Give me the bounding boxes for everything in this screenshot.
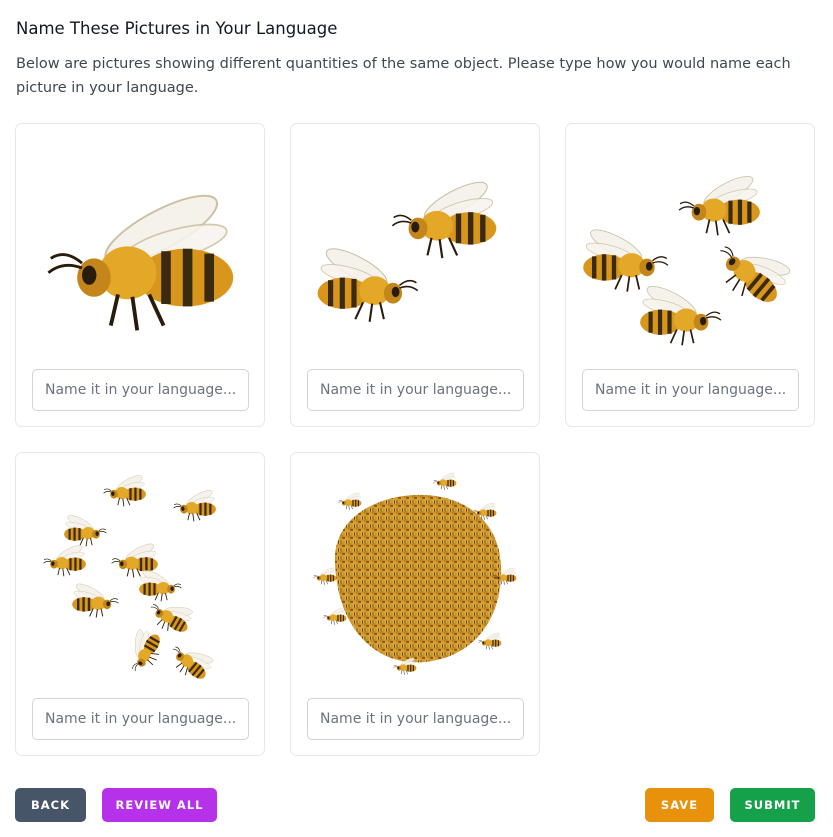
picture-card-3 (565, 123, 815, 427)
picture-card-4 (15, 452, 265, 756)
name-input-2[interactable] (307, 369, 524, 411)
back-button[interactable]: BACK (15, 788, 86, 822)
picture-card-5 (290, 452, 540, 756)
bee-swarm-picture (312, 470, 518, 676)
name-input-3[interactable] (582, 369, 799, 411)
submit-button[interactable]: SUBMIT (730, 788, 815, 822)
page-title: Name These Pictures in Your Language (16, 19, 338, 38)
name-input-4[interactable] (32, 698, 249, 740)
four-bees-picture (580, 138, 802, 353)
save-button[interactable]: SAVE (645, 788, 714, 822)
picture-card-1 (15, 123, 265, 427)
page-description: Below are pictures showing different qua… (16, 56, 791, 96)
eleven-bees-picture (42, 471, 220, 682)
picture-card-2 (290, 123, 540, 427)
review-all-button[interactable]: REVIEW ALL (102, 788, 217, 822)
one-bee-picture (30, 138, 252, 353)
two-bees-picture (305, 138, 527, 353)
name-input-1[interactable] (32, 369, 249, 411)
name-input-5[interactable] (307, 698, 524, 740)
